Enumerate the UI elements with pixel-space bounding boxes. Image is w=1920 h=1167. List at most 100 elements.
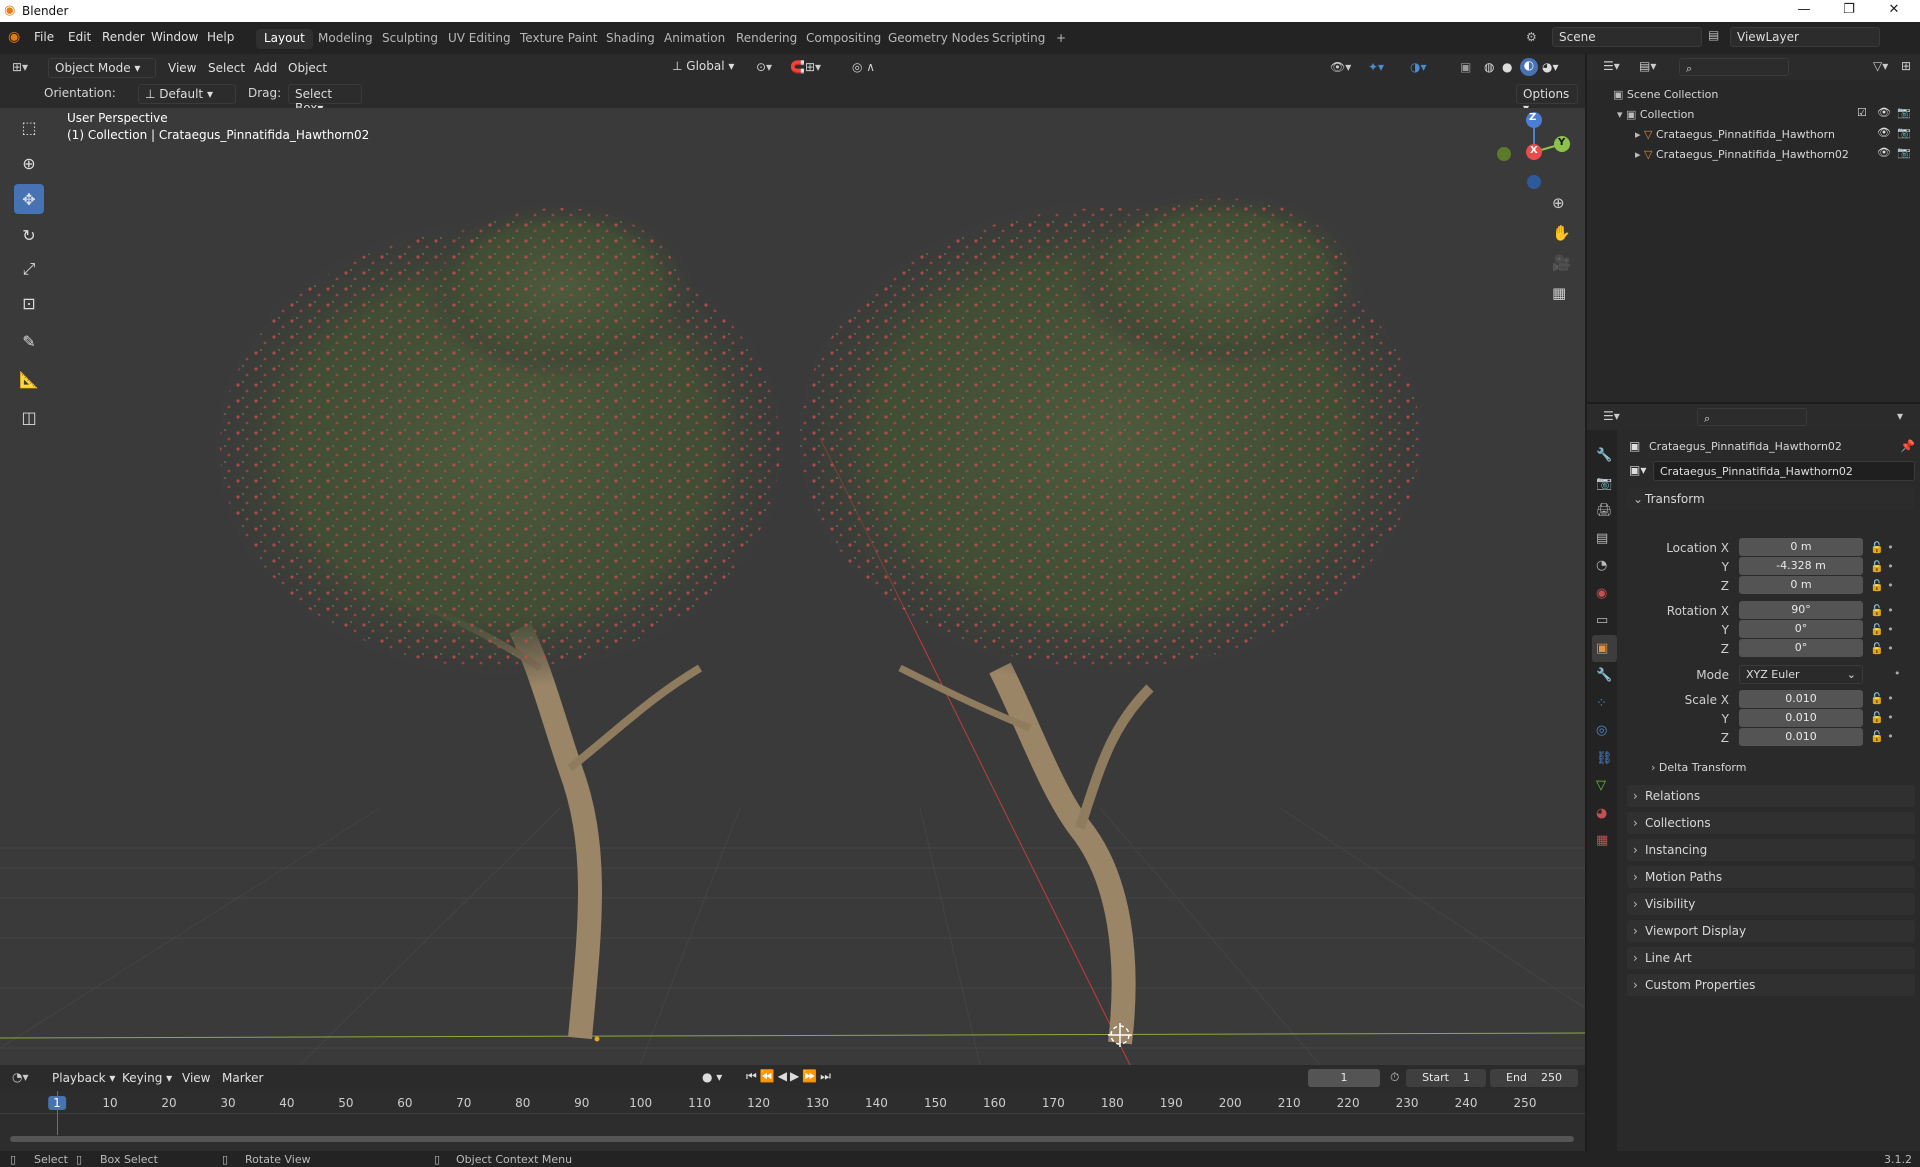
viewport-menu-view[interactable]: View xyxy=(168,61,196,75)
annotate-tool-icon[interactable]: ✎ xyxy=(14,326,44,356)
menu-render[interactable]: Render xyxy=(102,30,145,44)
menu-edit[interactable]: Edit xyxy=(68,30,91,44)
visibility-eye-icon[interactable]: 👁 xyxy=(1877,146,1891,159)
playback-controls[interactable]: ⏮⏪◀▶⏩⏭ xyxy=(746,1069,834,1084)
expand-icon[interactable]: ▾ xyxy=(1617,108,1626,121)
visibility-eye-icon[interactable]: 👁 xyxy=(1877,106,1891,119)
constraints-tab-icon[interactable]: ⛓ xyxy=(1596,745,1617,773)
render-camera-icon[interactable]: 📷 xyxy=(1897,106,1911,119)
tab-modeling[interactable]: Modeling xyxy=(310,29,381,49)
scale-tool-icon[interactable]: ⤢ xyxy=(14,254,44,284)
viewport-menu-object[interactable]: Object xyxy=(288,61,327,75)
transform-orientation-dropdown[interactable]: ⊥ Global ▾ xyxy=(672,59,734,79)
scene-selector[interactable]: Scene xyxy=(1552,27,1702,47)
xray-icon[interactable]: ▣ xyxy=(1460,60,1471,74)
keyframe-dot[interactable]: • xyxy=(1870,664,1910,683)
display-mode-icon[interactable]: ▤▾ xyxy=(1639,59,1656,73)
timeline-editor-type-icon[interactable]: ◔▾ xyxy=(12,1070,29,1084)
delta-transform-subpanel[interactable]: › Delta Transform xyxy=(1651,761,1746,774)
scale-z-field[interactable]: 0.010 xyxy=(1739,728,1863,746)
timeline-menu-keying[interactable]: Keying ▾ xyxy=(122,1071,172,1085)
location-y-field[interactable]: -4.328 m xyxy=(1739,557,1863,575)
lock-icon[interactable]: 🔓 • xyxy=(1870,557,1910,576)
lock-icon[interactable]: 🔓 • xyxy=(1870,538,1910,557)
pin-icon[interactable]: 📌 xyxy=(1900,439,1915,453)
lock-icon[interactable]: 🔓 • xyxy=(1870,689,1910,708)
exclude-checkbox[interactable]: ☑ xyxy=(1857,106,1867,119)
instancing-panel-header[interactable]: › Instancing xyxy=(1627,839,1915,861)
output-tab-icon[interactable]: 🖨 xyxy=(1596,497,1617,525)
visibility-icon[interactable]: 👁▾ xyxy=(1330,60,1351,74)
visibility-panel-header[interactable]: › Visibility xyxy=(1627,893,1915,915)
orientation-dropdown[interactable]: ⊥ Default ▾ xyxy=(138,84,236,104)
tab-layout[interactable]: Layout xyxy=(256,29,313,49)
properties-editor-type-icon[interactable]: ☰▾ xyxy=(1603,409,1620,423)
menu-file[interactable]: File xyxy=(34,30,54,44)
lock-icon[interactable]: 🔓 • xyxy=(1870,727,1910,746)
line-art-panel-header[interactable]: › Line Art xyxy=(1627,947,1915,969)
tab-uv-editing[interactable]: UV Editing xyxy=(440,29,519,49)
modifiers-tab-icon[interactable]: 🔧 xyxy=(1596,662,1617,690)
rotation-z-field[interactable]: 0° xyxy=(1739,639,1863,657)
options-dropdown[interactable]: Options ▾ xyxy=(1516,84,1578,115)
scene-tab-icon[interactable]: ◔ xyxy=(1596,552,1617,580)
rotation-x-field[interactable]: 90° xyxy=(1739,601,1863,619)
object-data-tab-icon[interactable]: ▽ xyxy=(1596,772,1617,800)
viewport-display-panel-header[interactable]: › Viewport Display xyxy=(1627,920,1915,942)
navigation-gizmo[interactable]: Z Y X xyxy=(1492,110,1572,190)
rotation-y-field[interactable]: 0° xyxy=(1739,620,1863,638)
viewport-menu-add[interactable]: Add xyxy=(254,61,277,75)
transform-panel-header[interactable]: ⌄ Transform xyxy=(1627,488,1915,510)
lock-icon[interactable]: 🔓 • xyxy=(1870,708,1910,727)
camera-view-icon[interactable]: 🎥 xyxy=(1552,254,1571,272)
pivot-icon[interactable]: ⊙▾ xyxy=(756,60,772,74)
outliner-collection-row[interactable]: ▾ ▣ Collection xyxy=(1617,108,1694,121)
render-tab-icon[interactable]: 📷 xyxy=(1596,470,1617,498)
visibility-eye-icon[interactable]: 👁 xyxy=(1877,126,1891,139)
drag-dropdown[interactable]: Select Box▾ xyxy=(288,84,362,115)
expand-icon[interactable]: ▸ xyxy=(1635,128,1644,141)
menu-help[interactable]: Help xyxy=(207,30,234,44)
mode-dropdown[interactable]: Object Mode ▾ xyxy=(48,58,156,78)
tab-compositing[interactable]: Compositing xyxy=(798,29,889,49)
tool-tab-icon[interactable]: 🔧 xyxy=(1596,442,1617,470)
blender-menu-icon[interactable]: ◉ xyxy=(8,29,20,45)
editor-type-icon[interactable]: ⊞▾ xyxy=(12,60,28,74)
rotation-mode-dropdown[interactable]: XYZ Euler ⌄ xyxy=(1739,665,1863,684)
start-frame-field[interactable]: Start 1 xyxy=(1406,1069,1486,1087)
lock-icon[interactable]: 🔓 • xyxy=(1870,639,1910,658)
properties-options-icon[interactable]: ▾ xyxy=(1897,409,1903,423)
tab-scripting[interactable]: Scripting xyxy=(984,29,1053,49)
tab-geometry-nodes[interactable]: Geometry Nodes xyxy=(880,29,997,49)
tab-animation[interactable]: Animation xyxy=(656,29,733,49)
object-type-icon[interactable]: ▣▾ xyxy=(1629,463,1646,477)
new-collection-icon[interactable]: ⊞ xyxy=(1901,59,1911,73)
location-x-field[interactable]: 0 m xyxy=(1739,538,1863,556)
outliner-editor-type-icon[interactable]: ☰▾ xyxy=(1603,59,1620,73)
expand-icon[interactable]: ▸ xyxy=(1635,148,1644,161)
snap-icon[interactable]: 🧲⊞▾ xyxy=(790,60,821,74)
motion-paths-panel-header[interactable]: › Motion Paths xyxy=(1627,866,1915,888)
object-name-input[interactable]: Crataegus_Pinnatifida_Hawthorn02 xyxy=(1653,461,1915,481)
menu-window[interactable]: Window xyxy=(151,30,198,44)
close-icon[interactable]: ✕ xyxy=(1879,2,1909,17)
filter-icon[interactable]: ▽▾ xyxy=(1873,59,1888,73)
outliner-object-row[interactable]: ▸ ▽ Crataegus_Pinnatifida_Hawthorn xyxy=(1635,128,1835,141)
zoom-icon[interactable]: ⊕ xyxy=(1552,194,1565,212)
select-box-tool-icon[interactable]: ⬚ xyxy=(14,112,44,142)
ortho-toggle-icon[interactable]: ▦ xyxy=(1552,284,1566,302)
collections-panel-header[interactable]: › Collections xyxy=(1627,812,1915,834)
collection-tab-icon[interactable]: ▭ xyxy=(1596,607,1617,635)
lock-icon[interactable]: 🔓 • xyxy=(1870,601,1910,620)
tab-shading[interactable]: Shading xyxy=(598,29,663,49)
auto-keying-icon[interactable]: ● ▾ xyxy=(702,1070,722,1084)
scale-x-field[interactable]: 0.010 xyxy=(1739,690,1863,708)
particles-tab-icon[interactable]: ⁘ xyxy=(1596,690,1617,718)
rotate-tool-icon[interactable]: ↻ xyxy=(14,220,44,250)
physics-tab-icon[interactable]: ◎ xyxy=(1596,717,1617,745)
tab-rendering[interactable]: Rendering xyxy=(728,29,805,49)
3d-viewport[interactable]: User Perspective (1) Collection | Cratae… xyxy=(0,108,1585,1065)
material-preview-shading-icon[interactable]: ◐ xyxy=(1520,58,1538,76)
add-workspace-button[interactable]: + xyxy=(1048,29,1074,49)
outliner-root[interactable]: ▣ Scene Collection xyxy=(1613,88,1718,101)
